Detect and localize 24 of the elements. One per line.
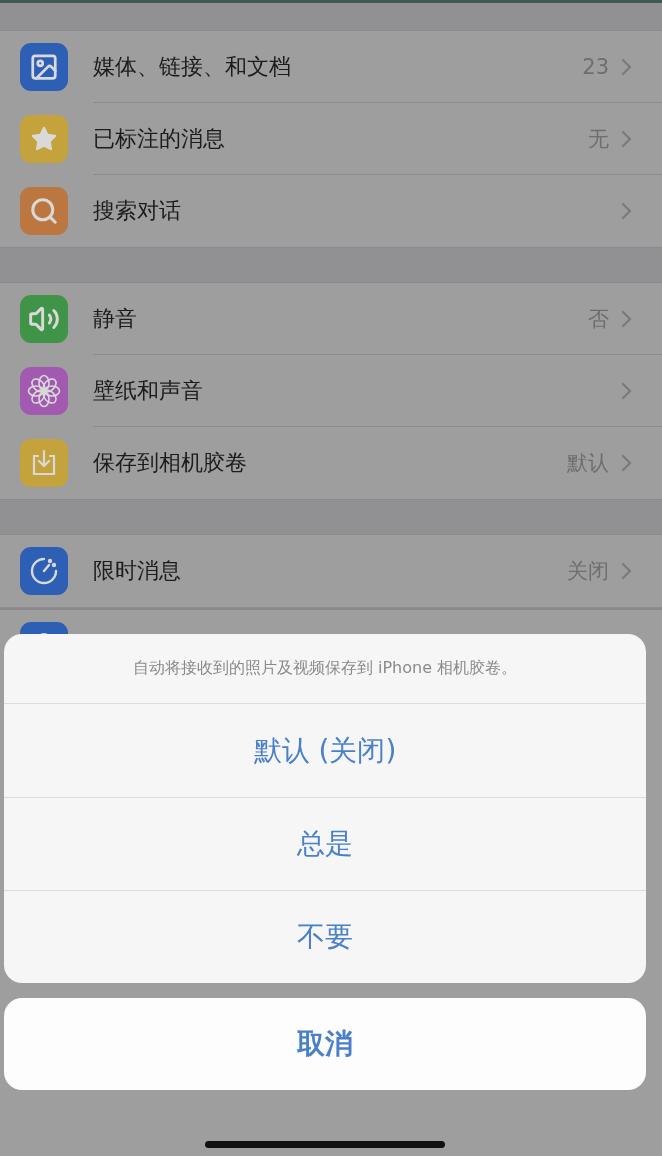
sheet-message: 自动将接收到的照片及视频保存到 iPhone 相机胶卷。	[4, 634, 646, 704]
search-icon	[29, 196, 59, 226]
row-label[interactable]: 保存到相机胶卷	[93, 448, 567, 478]
row-label[interactable]: 壁纸和声音	[93, 376, 621, 406]
timer-icon	[28, 555, 60, 587]
chevron-icon	[621, 202, 632, 220]
star-icon	[30, 125, 58, 153]
chevron-icon	[621, 562, 632, 580]
sheet-option[interactable]: 默认 (关闭)	[4, 704, 646, 797]
row-label[interactable]: 限时消息	[93, 556, 567, 586]
image-icon	[29, 52, 59, 82]
chevron-icon	[621, 310, 632, 328]
row-label[interactable]: 媒体、链接、和文档	[93, 52, 583, 82]
row-label[interactable]: 搜索对话	[93, 196, 621, 226]
row-label[interactable]: 已标注的消息	[93, 124, 588, 154]
chevron-icon	[621, 382, 632, 400]
chevron-icon	[621, 58, 632, 76]
sheet-option[interactable]: 总是	[4, 797, 646, 890]
chevron-icon	[621, 130, 632, 148]
row-label[interactable]: 静音	[93, 304, 588, 334]
flower-icon	[27, 374, 61, 408]
cancel-button[interactable]: 取消	[4, 998, 646, 1090]
chevron-icon	[621, 454, 632, 472]
sheet-option[interactable]: 不要	[4, 890, 646, 983]
